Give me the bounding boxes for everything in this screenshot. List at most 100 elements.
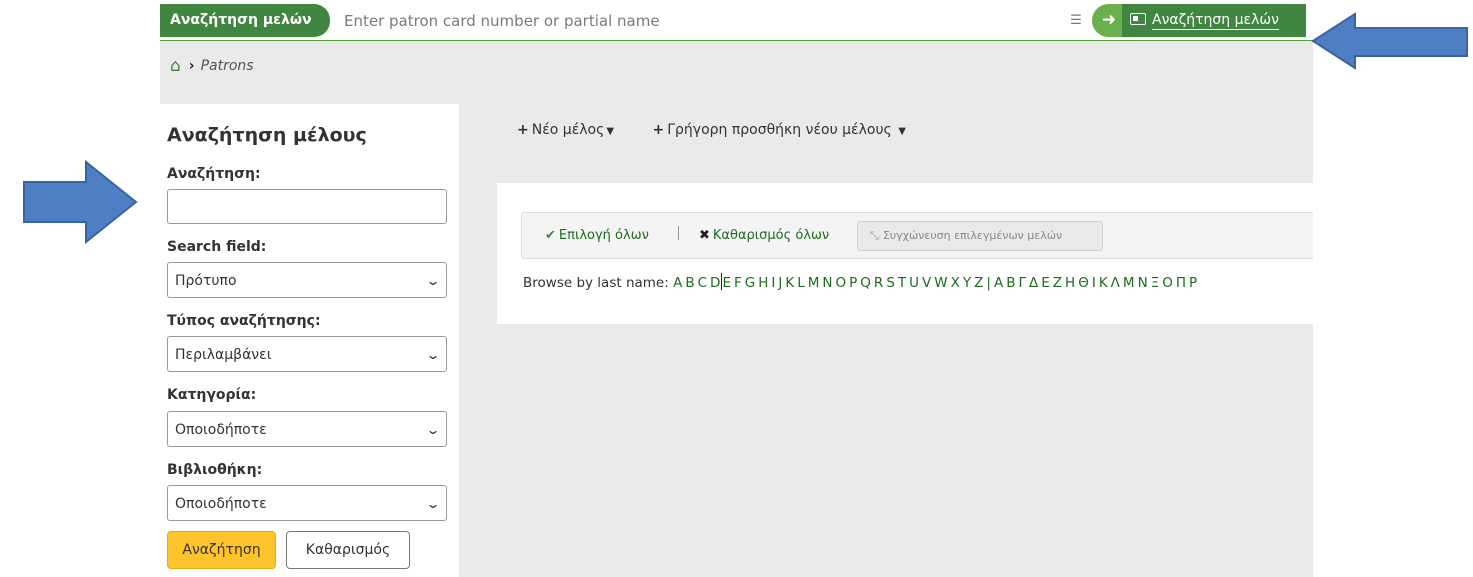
home-icon[interactable]: ⌂ xyxy=(170,56,181,76)
new-patron-button[interactable]: + Νέο μέλος ▼ xyxy=(517,122,614,138)
letter-link[interactable]: S xyxy=(886,275,895,291)
letter-link[interactable]: B xyxy=(685,275,694,291)
chevron-right-icon: › xyxy=(188,58,195,74)
letter-link[interactable]: P xyxy=(849,275,857,291)
letter-link[interactable]: Ι xyxy=(1092,275,1096,291)
x-icon: ✖ xyxy=(699,228,710,243)
clear-all-label: Καθαρισμός όλων xyxy=(712,228,830,243)
letter-link[interactable]: L xyxy=(797,275,805,291)
letter-link[interactable]: F xyxy=(734,275,742,291)
koha-patrons-page: Αναζήτηση μελών ☰ ➜ Αναζήτηση μελών ⌂ › Pa… xyxy=(160,0,1313,577)
sidebar-title: Αναζήτηση μέλους xyxy=(167,124,367,146)
sliders-icon[interactable]: ☰ xyxy=(1065,12,1087,30)
merge-selected-button[interactable]: ⤡ Συγχώνευση επιλεγμένων μελών xyxy=(857,221,1103,251)
letter-link[interactable]: Ξ xyxy=(1151,275,1160,291)
selection-toolbar: ✔ Επιλογή όλων ✖ Καθαρισμός όλων ⤡ Συγχώνευ… xyxy=(521,212,1313,259)
chevron-down-icon: ⌄ xyxy=(425,274,441,288)
chevron-down-icon: ⌄ xyxy=(425,497,441,511)
header-search-bar: Αναζήτηση μελών ☰ ➜ Αναζήτηση μελών xyxy=(160,0,1313,41)
letter-link[interactable]: Γ xyxy=(1018,275,1026,291)
search-type-select[interactable]: Περιλαμβάνει ⌄ xyxy=(167,336,447,372)
search-field-value: Πρότυπο xyxy=(175,273,237,289)
letter-link[interactable]: Θ xyxy=(1078,275,1089,291)
search-mode-patrons-button[interactable]: Αναζήτηση μελών xyxy=(1122,4,1306,37)
letter-link[interactable]: O xyxy=(835,275,846,291)
letter-link[interactable]: Ζ xyxy=(1053,275,1062,291)
check-icon: ✔ xyxy=(545,228,556,243)
search-clear-button[interactable]: Καθαρισμός xyxy=(286,531,410,569)
search-field-label: Search field: xyxy=(167,239,267,255)
letter-link[interactable]: Η xyxy=(1065,275,1075,291)
patron-search-sidebar: Αναζήτηση μέλους Αναζήτηση: Search field… xyxy=(160,104,459,577)
patron-toolbar: + Νέο μέλος ▼ + Γρήγορη προσθήκη νέου μέλου… xyxy=(517,122,940,144)
letter-link[interactable]: Ε xyxy=(1041,275,1050,291)
letter-link[interactable]: R xyxy=(874,275,883,291)
letter-link[interactable]: T xyxy=(898,275,906,291)
clear-all-link[interactable]: ✖ Καθαρισμός όλων xyxy=(699,228,829,243)
category-value: Οποιοδήποτε xyxy=(175,422,267,438)
letter-link[interactable]: A xyxy=(673,275,682,291)
letter-link[interactable]: Δ xyxy=(1029,275,1038,291)
quick-add-label: Γρήγορη προσθήκη νέου μέλους xyxy=(667,122,892,138)
letter-link[interactable]: Μ xyxy=(1123,275,1135,291)
library-select[interactable]: Οποιοδήποτε ⌄ xyxy=(167,485,447,521)
breadcrumb: ⌂ › Patrons xyxy=(170,56,254,76)
arrow-right-icon[interactable]: ➜ xyxy=(1092,4,1126,37)
results-panel: ✔ Επιλογή όλων ✖ Καθαρισμός όλων ⤡ Συγχώνευ… xyxy=(497,183,1313,324)
letter-link[interactable]: I xyxy=(771,275,775,291)
annotation-arrow-right xyxy=(23,160,138,244)
quick-add-patron-button[interactable]: + Γρήγορη προσθήκη νέου μέλους ▼ xyxy=(653,122,906,138)
letter-link[interactable]: K xyxy=(785,275,794,291)
letter-link[interactable]: W xyxy=(934,275,947,291)
chevron-down-icon: ⌄ xyxy=(425,423,441,437)
select-all-link[interactable]: ✔ Επιλογή όλων xyxy=(545,228,649,243)
search-field-select[interactable]: Πρότυπο ⌄ xyxy=(167,262,447,298)
library-value: Οποιοδήποτε xyxy=(175,496,267,512)
letter-link[interactable]: E xyxy=(722,275,731,291)
divider xyxy=(678,226,679,240)
breadcrumb-current: Patrons xyxy=(200,58,254,74)
greek-letter-list: ΑΒΓΔΕΖΗΘΙΚΛΜΝΞΟΠΡ xyxy=(994,275,1200,291)
browse-by-last-name: Browse by last name: ABCDEFGHIJKLMNOPQRS… xyxy=(523,273,1200,291)
search-tab-patrons[interactable]: Αναζήτηση μελών xyxy=(160,4,330,37)
alphabet-separator: | xyxy=(986,275,991,291)
letter-link[interactable]: H xyxy=(758,275,768,291)
chevron-down-icon: ⌄ xyxy=(425,348,441,362)
letter-link[interactable]: N xyxy=(822,275,832,291)
letter-link[interactable]: Z xyxy=(974,275,983,291)
letter-link[interactable]: M xyxy=(808,275,820,291)
letter-link[interactable]: Α xyxy=(994,275,1003,291)
compress-icon: ⤡ xyxy=(870,229,879,242)
library-label: Βιβλιοθήκη: xyxy=(167,462,263,478)
letter-link[interactable]: Q xyxy=(860,275,871,291)
caret-down-icon: ▼ xyxy=(606,126,615,137)
annotation-arrow-left xyxy=(1311,12,1468,70)
letter-link[interactable]: C xyxy=(698,275,707,291)
new-patron-label: Νέο μέλος xyxy=(531,122,605,138)
search-type-label: Τύπος αναζήτησης: xyxy=(167,313,321,329)
sidebar-search-input[interactable] xyxy=(167,189,447,224)
select-all-label: Επιλογή όλων xyxy=(558,228,649,243)
letter-link[interactable]: Κ xyxy=(1099,275,1108,291)
letter-link[interactable]: X xyxy=(951,275,960,291)
id-card-icon xyxy=(1130,13,1146,25)
letter-link[interactable]: V xyxy=(922,275,931,291)
letter-link[interactable]: Ο xyxy=(1162,275,1173,291)
letter-link[interactable]: U xyxy=(909,275,919,291)
letter-link[interactable]: Ρ xyxy=(1189,275,1197,291)
letter-link[interactable]: Y xyxy=(963,275,971,291)
latin-letter-list: ABCDEFGHIJKLMNOPQRSTUVWXYZ xyxy=(673,273,986,291)
search-type-value: Περιλαμβάνει xyxy=(175,347,272,363)
letter-link[interactable]: J xyxy=(778,275,782,291)
browse-label: Browse by last name: xyxy=(523,275,669,291)
category-select[interactable]: Οποιοδήποτε ⌄ xyxy=(167,411,447,447)
letter-link[interactable]: Π xyxy=(1176,275,1186,291)
letter-link[interactable]: Β xyxy=(1006,275,1015,291)
letter-link[interactable]: Ν xyxy=(1138,275,1148,291)
letter-link[interactable]: D xyxy=(710,275,720,291)
letter-link[interactable]: G xyxy=(745,275,755,291)
search-submit-button[interactable]: Αναζήτηση xyxy=(167,531,276,569)
plus-icon: + xyxy=(652,122,665,138)
letter-link[interactable]: Λ xyxy=(1111,275,1120,291)
patron-search-input[interactable] xyxy=(344,6,1044,36)
